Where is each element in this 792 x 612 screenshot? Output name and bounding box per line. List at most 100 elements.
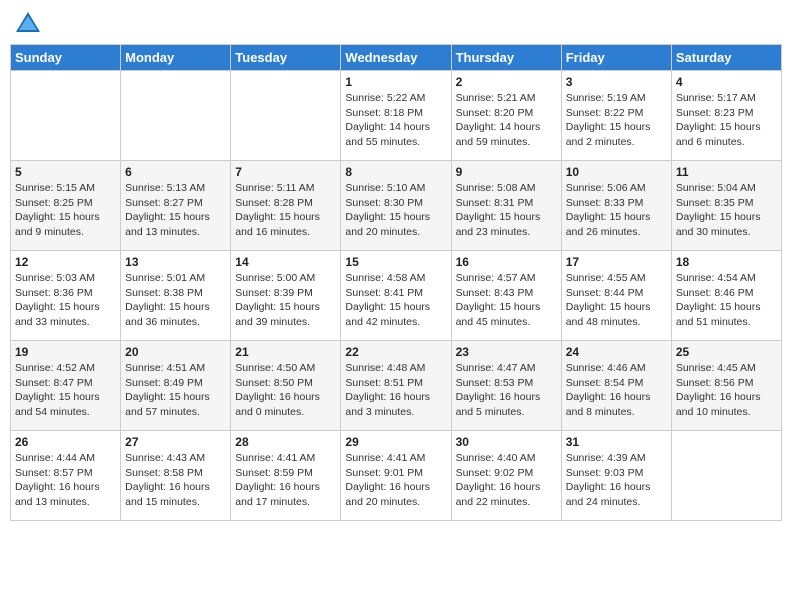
- calendar-cell: 1 Sunrise: 5:22 AM Sunset: 8:18 PM Daylig…: [341, 71, 451, 161]
- day-number: 17: [566, 255, 667, 269]
- calendar-cell: 5 Sunrise: 5:15 AM Sunset: 8:25 PM Daylig…: [11, 161, 121, 251]
- day-number: 6: [125, 165, 226, 179]
- day-number: 18: [676, 255, 777, 269]
- calendar-cell: 9 Sunrise: 5:08 AM Sunset: 8:31 PM Daylig…: [451, 161, 561, 251]
- calendar-cell: 6 Sunrise: 5:13 AM Sunset: 8:27 PM Daylig…: [121, 161, 231, 251]
- day-number: 12: [15, 255, 116, 269]
- day-number: 1: [345, 75, 446, 89]
- day-info: Sunrise: 5:22 AM Sunset: 8:18 PM Dayligh…: [345, 91, 446, 150]
- day-info: Sunrise: 5:08 AM Sunset: 8:31 PM Dayligh…: [456, 181, 557, 240]
- calendar-cell: 31 Sunrise: 4:39 AM Sunset: 9:03 PM Dayli…: [561, 431, 671, 521]
- calendar-cell: [11, 71, 121, 161]
- day-number: 7: [235, 165, 336, 179]
- weekday-header-saturday: Saturday: [671, 45, 781, 71]
- day-number: 19: [15, 345, 116, 359]
- day-number: 28: [235, 435, 336, 449]
- day-number: 16: [456, 255, 557, 269]
- day-number: 13: [125, 255, 226, 269]
- day-info: Sunrise: 4:43 AM Sunset: 8:58 PM Dayligh…: [125, 451, 226, 510]
- day-number: 29: [345, 435, 446, 449]
- calendar-cell: 12 Sunrise: 5:03 AM Sunset: 8:36 PM Dayli…: [11, 251, 121, 341]
- day-number: 26: [15, 435, 116, 449]
- day-number: 14: [235, 255, 336, 269]
- calendar-cell: 25 Sunrise: 4:45 AM Sunset: 8:56 PM Dayli…: [671, 341, 781, 431]
- calendar-cell: 21Sunrise: 4:50 AM Sunset: 8:50 PM Dayli…: [231, 341, 341, 431]
- calendar-cell: 7 Sunrise: 5:11 AM Sunset: 8:28 PM Daylig…: [231, 161, 341, 251]
- day-number: 25: [676, 345, 777, 359]
- day-info: Sunrise: 4:48 AM Sunset: 8:51 PM Dayligh…: [345, 361, 446, 420]
- day-info: Sunrise: 4:41 AM Sunset: 9:01 PM Dayligh…: [345, 451, 446, 510]
- day-number: 8: [345, 165, 446, 179]
- day-number: 24: [566, 345, 667, 359]
- day-info: Sunrise: 5:04 AM Sunset: 8:35 PM Dayligh…: [676, 181, 777, 240]
- weekday-header-friday: Friday: [561, 45, 671, 71]
- day-info: Sunrise: 5:06 AM Sunset: 8:33 PM Dayligh…: [566, 181, 667, 240]
- day-info: Sunrise: 5:13 AM Sunset: 8:27 PM Dayligh…: [125, 181, 226, 240]
- calendar-cell: 2Sunrise: 5:21 AM Sunset: 8:20 PM Daylig…: [451, 71, 561, 161]
- calendar-cell: 28Sunrise: 4:41 AM Sunset: 8:59 PM Dayli…: [231, 431, 341, 521]
- day-info: Sunrise: 4:45 AM Sunset: 8:56 PM Dayligh…: [676, 361, 777, 420]
- logo-icon: [14, 10, 42, 38]
- day-info: Sunrise: 5:03 AM Sunset: 8:36 PM Dayligh…: [15, 271, 116, 330]
- calendar-cell: 22 Sunrise: 4:48 AM Sunset: 8:51 PM Dayli…: [341, 341, 451, 431]
- calendar-cell: 26 Sunrise: 4:44 AM Sunset: 8:57 PM Dayli…: [11, 431, 121, 521]
- calendar-cell: 19 Sunrise: 4:52 AM Sunset: 8:47 PM Dayli…: [11, 341, 121, 431]
- day-info: Sunrise: 4:40 AM Sunset: 9:02 PM Dayligh…: [456, 451, 557, 510]
- day-number: 31: [566, 435, 667, 449]
- day-number: 20: [125, 345, 226, 359]
- weekday-header-wednesday: Wednesday: [341, 45, 451, 71]
- day-info: Sunrise: 4:52 AM Sunset: 8:47 PM Dayligh…: [15, 361, 116, 420]
- day-number: 30: [456, 435, 557, 449]
- day-info: Sunrise: 4:47 AM Sunset: 8:53 PM Dayligh…: [456, 361, 557, 420]
- day-info: Sunrise: 5:00 AM Sunset: 8:39 PM Dayligh…: [235, 271, 336, 330]
- calendar-cell: 10 Sunrise: 5:06 AM Sunset: 8:33 PM Dayli…: [561, 161, 671, 251]
- calendar-cell: 20 Sunrise: 4:51 AM Sunset: 8:49 PM Dayli…: [121, 341, 231, 431]
- day-info: Sunrise: 5:10 AM Sunset: 8:30 PM Dayligh…: [345, 181, 446, 240]
- calendar-cell: 15Sunrise: 4:58 AM Sunset: 8:41 PM Dayli…: [341, 251, 451, 341]
- day-number: 2: [456, 75, 557, 89]
- calendar-cell: 30 Sunrise: 4:40 AM Sunset: 9:02 PM Dayli…: [451, 431, 561, 521]
- day-number: 21: [235, 345, 336, 359]
- day-info: Sunrise: 4:51 AM Sunset: 8:49 PM Dayligh…: [125, 361, 226, 420]
- calendar-cell: [671, 431, 781, 521]
- calendar-cell: 13 Sunrise: 5:01 AM Sunset: 8:38 PM Dayli…: [121, 251, 231, 341]
- day-info: Sunrise: 4:57 AM Sunset: 8:43 PM Dayligh…: [456, 271, 557, 330]
- day-info: Sunrise: 5:01 AM Sunset: 8:38 PM Dayligh…: [125, 271, 226, 330]
- calendar-cell: 16 Sunrise: 4:57 AM Sunset: 8:43 PM Dayli…: [451, 251, 561, 341]
- day-number: 5: [15, 165, 116, 179]
- calendar-cell: 4Sunrise: 5:17 AM Sunset: 8:23 PM Daylig…: [671, 71, 781, 161]
- calendar-cell: [121, 71, 231, 161]
- day-number: 23: [456, 345, 557, 359]
- day-number: 9: [456, 165, 557, 179]
- calendar-cell: 17 Sunrise: 4:55 AM Sunset: 8:44 PM Dayli…: [561, 251, 671, 341]
- calendar-cell: 24 Sunrise: 4:46 AM Sunset: 8:54 PM Dayli…: [561, 341, 671, 431]
- day-number: 3: [566, 75, 667, 89]
- day-number: 22: [345, 345, 446, 359]
- calendar-table: SundayMondayTuesdayWednesdayThursdayFrid…: [10, 44, 782, 521]
- day-info: Sunrise: 4:39 AM Sunset: 9:03 PM Dayligh…: [566, 451, 667, 510]
- calendar-cell: 18 Sunrise: 4:54 AM Sunset: 8:46 PM Dayli…: [671, 251, 781, 341]
- calendar-cell: 27 Sunrise: 4:43 AM Sunset: 8:58 PM Dayli…: [121, 431, 231, 521]
- day-info: Sunrise: 5:17 AM Sunset: 8:23 PM Dayligh…: [676, 91, 777, 150]
- calendar-cell: 23 Sunrise: 4:47 AM Sunset: 8:53 PM Dayli…: [451, 341, 561, 431]
- day-number: 10: [566, 165, 667, 179]
- calendar-cell: 29 Sunrise: 4:41 AM Sunset: 9:01 PM Dayli…: [341, 431, 451, 521]
- calendar-cell: 8 Sunrise: 5:10 AM Sunset: 8:30 PM Daylig…: [341, 161, 451, 251]
- day-info: Sunrise: 4:55 AM Sunset: 8:44 PM Dayligh…: [566, 271, 667, 330]
- day-number: 27: [125, 435, 226, 449]
- day-info: Sunrise: 4:54 AM Sunset: 8:46 PM Dayligh…: [676, 271, 777, 330]
- weekday-header-thursday: Thursday: [451, 45, 561, 71]
- day-info: Sunrise: 5:11 AM Sunset: 8:28 PM Dayligh…: [235, 181, 336, 240]
- weekday-header-monday: Monday: [121, 45, 231, 71]
- weekday-header-sunday: Sunday: [11, 45, 121, 71]
- day-number: 11: [676, 165, 777, 179]
- day-info: Sunrise: 5:19 AM Sunset: 8:22 PM Dayligh…: [566, 91, 667, 150]
- day-info: Sunrise: 4:46 AM Sunset: 8:54 PM Dayligh…: [566, 361, 667, 420]
- day-info: Sunrise: 5:15 AM Sunset: 8:25 PM Dayligh…: [15, 181, 116, 240]
- calendar-cell: 11 Sunrise: 5:04 AM Sunset: 8:35 PM Dayli…: [671, 161, 781, 251]
- calendar-cell: 14 Sunrise: 5:00 AM Sunset: 8:39 PM Dayli…: [231, 251, 341, 341]
- day-number: 15: [345, 255, 446, 269]
- calendar-cell: 3 Sunrise: 5:19 AM Sunset: 8:22 PM Daylig…: [561, 71, 671, 161]
- page-header: [10, 10, 782, 38]
- day-info: Sunrise: 4:44 AM Sunset: 8:57 PM Dayligh…: [15, 451, 116, 510]
